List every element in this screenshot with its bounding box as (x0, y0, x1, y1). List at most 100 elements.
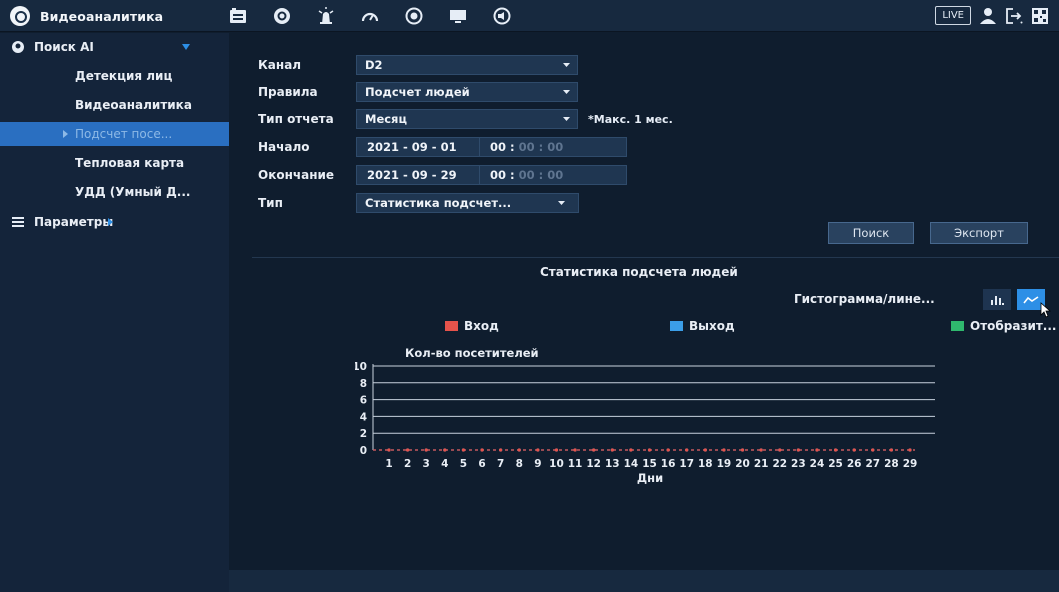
user-icon[interactable] (979, 7, 997, 25)
brand: Видеоаналитика (10, 6, 163, 26)
data-point (796, 448, 800, 452)
data-point (889, 448, 893, 452)
record-icon[interactable] (392, 4, 436, 28)
legend-swatch (670, 321, 683, 331)
x-tick-label: 13 (605, 458, 620, 470)
x-tick-label: 7 (497, 458, 504, 470)
data-point (871, 448, 875, 452)
start-time-hour: 00 : (490, 140, 515, 154)
sidebar-item-label: Видеоаналитика (75, 98, 192, 112)
data-point (647, 448, 652, 452)
end-datetime[interactable]: 2021 - 09 - 29 00 : 00 : 00 (356, 165, 627, 185)
start-datetime[interactable]: 2021 - 09 - 01 00 : 00 : 00 (356, 137, 627, 157)
app-logo-icon (10, 6, 30, 26)
end-date[interactable]: 2021 - 09 - 29 (357, 166, 480, 184)
x-tick-label: 17 (679, 458, 694, 470)
data-point (722, 448, 726, 452)
x-tick-label: 6 (478, 458, 485, 470)
channel-select[interactable]: D2 (356, 55, 578, 75)
sidebar: Поиск AI Детекция лиц Видеоаналитика Под… (0, 33, 229, 592)
export-button[interactable]: Экспорт (930, 222, 1028, 244)
x-tick-label: 8 (516, 458, 523, 470)
channel-row: Канал D2 (258, 55, 578, 75)
sidebar-item-label: Параметры (34, 215, 114, 229)
legend-label: Выход (689, 319, 735, 333)
sidebar-item-label: Подсчет посе... (75, 127, 173, 141)
start-time[interactable]: 00 : 00 : 00 (480, 138, 626, 156)
data-point (740, 448, 745, 452)
x-tick-label: 25 (828, 458, 843, 470)
dropdown-arrow-icon (563, 117, 570, 121)
chevron-right-icon (108, 218, 113, 226)
x-tick-label: 11 (568, 458, 583, 470)
data-point (703, 448, 707, 452)
chevron-down-icon (182, 44, 190, 50)
x-tick-label: 28 (884, 458, 899, 470)
y-tick-label: 2 (360, 428, 367, 440)
data-point (480, 448, 484, 452)
sidebar-item-parameters[interactable]: Параметры (0, 210, 229, 234)
end-row: Окончание 2021 - 09 - 29 00 : 00 : 00 (258, 165, 627, 185)
end-time-rest: 00 : 00 (514, 168, 564, 182)
data-point (833, 448, 838, 452)
search-icon (12, 41, 24, 53)
data-point (443, 448, 447, 452)
report-type-select[interactable]: Месяц (356, 109, 578, 129)
start-date[interactable]: 2021 - 09 - 01 (357, 138, 480, 156)
x-tick-label: 10 (549, 458, 564, 470)
type-select[interactable]: Статистика подсчет... (356, 193, 579, 213)
x-tick-label: 12 (586, 458, 601, 470)
histogram-view-button[interactable] (983, 289, 1011, 310)
report-type-label: Тип отчета (258, 112, 334, 126)
sidebar-item-label: Тепловая карта (75, 156, 185, 170)
sidebar-item-people-counting[interactable]: Подсчет посе... (0, 122, 229, 146)
rules-select[interactable]: Подсчет людей (356, 82, 578, 102)
sidebar-item-video-analytics[interactable]: Видеоаналитика (0, 93, 229, 117)
end-time[interactable]: 00 : 00 : 00 (480, 166, 626, 184)
type-label: Тип (258, 196, 283, 210)
data-point (499, 448, 503, 452)
y-tick-label: 4 (360, 411, 367, 423)
face-icon[interactable] (260, 4, 304, 28)
data-point (517, 448, 521, 452)
bottom-status-bar (229, 570, 1059, 592)
sidebar-item-ai-search[interactable]: Поиск AI (0, 35, 229, 59)
dropdown-arrow-icon (563, 90, 570, 94)
report-type-value: Месяц (365, 112, 407, 126)
search-button[interactable]: Поиск (828, 222, 914, 244)
data-point (592, 448, 596, 452)
data-point (759, 448, 763, 452)
alarm-icon[interactable] (304, 4, 348, 28)
start-time-rest: 00 : 00 (514, 140, 564, 154)
x-tick-label: 22 (772, 458, 787, 470)
report-type-row: Тип отчета Месяц *Макс. 1 мес. (258, 109, 673, 129)
legend-item-in[interactable]: Вход (445, 319, 499, 333)
qr-icon[interactable] (1031, 7, 1049, 25)
chart-title: Статистика подсчета людей (540, 265, 738, 279)
y-tick-label: 10 (355, 361, 367, 373)
top-bar: Видеоаналитика LIVE (0, 0, 1059, 32)
legend-swatch (951, 321, 964, 331)
monitor-icon[interactable] (436, 4, 480, 28)
channel-label: Канал (258, 58, 302, 72)
legend-item-show[interactable]: Отобразит... (951, 319, 1056, 333)
sidebar-item-smart-road[interactable]: УДД (Умный Д... (0, 180, 229, 204)
data-point (666, 448, 670, 452)
sidebar-item-face-detection[interactable]: Детекция лиц (0, 64, 229, 88)
sidebar-item-heatmap[interactable]: Тепловая карта (0, 151, 229, 175)
film-icon[interactable] (216, 4, 260, 28)
legend-item-out[interactable]: Выход (670, 319, 735, 333)
y-axis-label: Кол-во посетителей (405, 346, 539, 360)
data-point (536, 448, 540, 452)
logout-icon[interactable] (1005, 7, 1023, 25)
data-point (461, 448, 466, 452)
visitors-chart: Кол-во посетителей02468101 2 3 4 5 6 7 8 9 10 11 12… (355, 346, 935, 485)
audio-icon[interactable] (480, 4, 524, 28)
gauge-icon[interactable] (348, 4, 392, 28)
x-tick-label: 16 (661, 458, 676, 470)
legend-swatch (445, 321, 458, 331)
list-icon (12, 217, 24, 227)
live-button[interactable]: LIVE (935, 6, 971, 25)
line-chart-icon (1023, 295, 1039, 303)
x-tick-label: 14 (624, 458, 639, 470)
